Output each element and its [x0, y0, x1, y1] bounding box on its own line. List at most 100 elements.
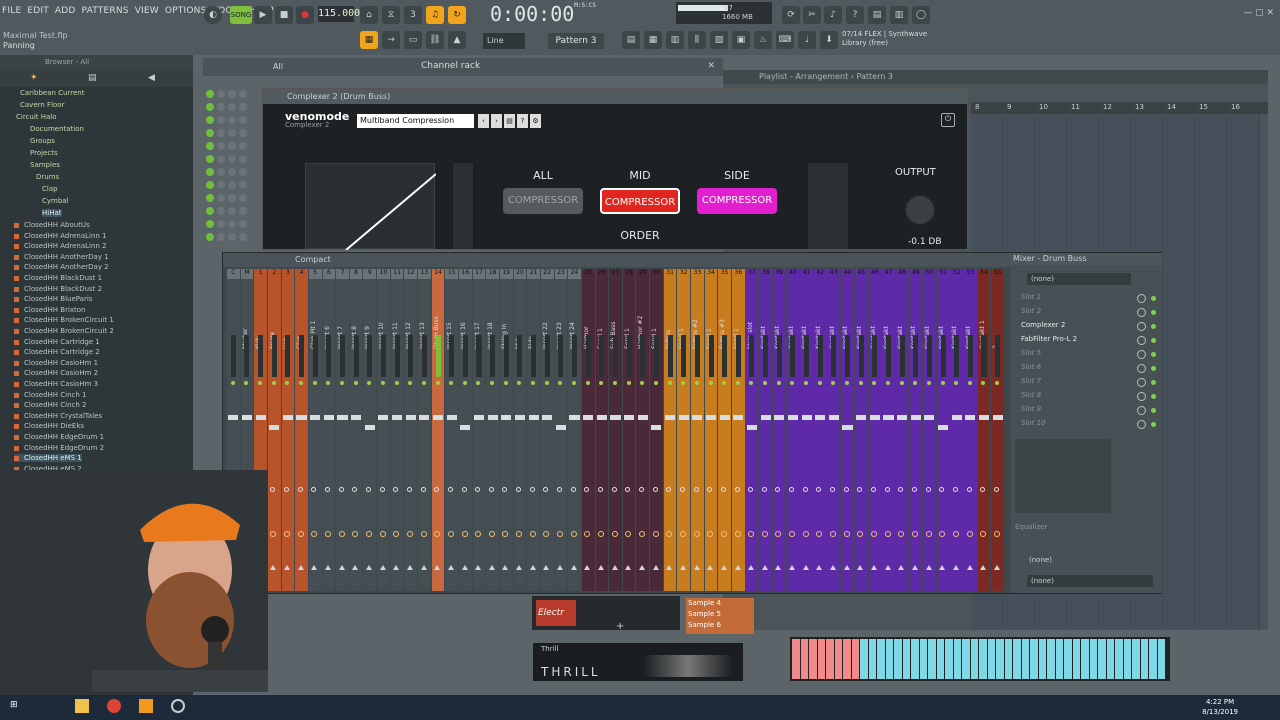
- piano-key[interactable]: [1106, 639, 1114, 679]
- track-enable-led[interactable]: [653, 381, 658, 385]
- volume-fader[interactable]: [473, 415, 485, 420]
- channel-led[interactable]: [206, 207, 214, 215]
- pan-knob[interactable]: [598, 487, 604, 492]
- piano-key[interactable]: [1055, 639, 1063, 679]
- send-knob[interactable]: [761, 531, 768, 537]
- channel-row[interactable]: [206, 116, 256, 125]
- piano-roll-icon[interactable]: ▦: [644, 31, 662, 49]
- fx-slot[interactable]: FabFilter Pro-L 2: [1021, 335, 1141, 343]
- mixer-track[interactable]: 41Kontakt: [800, 269, 813, 591]
- mixer-track[interactable]: 13Insert 13: [418, 269, 431, 591]
- route-arrow-icon[interactable]: [598, 565, 605, 570]
- route-arrow-icon[interactable]: [939, 565, 946, 570]
- volume-fader[interactable]: [282, 415, 293, 420]
- piano-key[interactable]: [936, 639, 944, 679]
- browser-sample[interactable]: ClosedHH BrokenCircuit 1: [14, 316, 114, 324]
- channel-led[interactable]: [239, 168, 247, 176]
- channel-led[interactable]: [239, 220, 247, 228]
- pan-knob[interactable]: [475, 487, 481, 492]
- piano-key[interactable]: [1157, 639, 1165, 679]
- channel-row[interactable]: [206, 90, 256, 99]
- track-enable-led[interactable]: [394, 381, 399, 385]
- playlist-icon[interactable]: ▤: [622, 31, 640, 49]
- system-clock[interactable]: 4:22 PM 8/13/2019: [1202, 697, 1238, 717]
- wait-icon[interactable]: ⧖: [382, 6, 400, 24]
- countdown-icon[interactable]: 3: [404, 6, 422, 24]
- send-knob[interactable]: [734, 531, 741, 537]
- prev-preset-icon[interactable]: ‹: [478, 114, 489, 128]
- volume-fader[interactable]: [351, 415, 362, 420]
- pan-knob[interactable]: [898, 487, 904, 492]
- pan-knob[interactable]: [557, 487, 563, 492]
- channel-led[interactable]: [206, 129, 214, 137]
- track-enable-led[interactable]: [612, 381, 617, 385]
- route-arrow-icon[interactable]: [966, 565, 973, 570]
- close-icon[interactable]: ✕: [707, 61, 715, 71]
- channel-led[interactable]: [239, 90, 247, 98]
- volume-fader[interactable]: [446, 415, 457, 420]
- mixer-track[interactable]: 30Send 1: [650, 269, 663, 591]
- track-enable-led[interactable]: [995, 381, 1000, 385]
- arrow-icon[interactable]: →: [382, 31, 400, 49]
- route-arrow-icon[interactable]: [830, 565, 837, 570]
- next-preset-icon[interactable]: ›: [491, 114, 502, 128]
- track-enable-led[interactable]: [763, 381, 768, 385]
- piano-key[interactable]: [945, 639, 953, 679]
- chat-icon[interactable]: ◯: [912, 6, 930, 24]
- track-enable-led[interactable]: [858, 381, 863, 385]
- route-arrow-icon[interactable]: [625, 565, 632, 570]
- sample-pack-banner[interactable]: Electr: [532, 596, 680, 630]
- pan-knob[interactable]: [488, 487, 494, 492]
- send-knob[interactable]: [325, 531, 332, 537]
- mixer-track[interactable]: 46Kontakt: [868, 269, 882, 591]
- track-enable-led[interactable]: [490, 381, 495, 385]
- browser-sample[interactable]: ClosedHH BrokenCircuit 2: [14, 327, 114, 335]
- channel-led[interactable]: [228, 116, 236, 124]
- track-enable-led[interactable]: [926, 381, 931, 385]
- slot-mix-knob[interactable]: [1137, 364, 1146, 373]
- channel-led[interactable]: [228, 129, 236, 137]
- track-enable-led[interactable]: [517, 381, 522, 385]
- send-knob[interactable]: [420, 531, 427, 537]
- route-arrow-icon[interactable]: [352, 565, 359, 570]
- mixer-track[interactable]: 39Kontakt: [772, 269, 786, 591]
- track-enable-led[interactable]: [913, 381, 918, 385]
- volume-fader[interactable]: [924, 415, 935, 420]
- volume-fader[interactable]: [542, 415, 553, 420]
- send-knob[interactable]: [284, 531, 291, 537]
- track-enable-led[interactable]: [694, 381, 699, 385]
- fl-studio-icon[interactable]: [139, 699, 153, 713]
- mixer-track[interactable]: 11Insert 11: [390, 269, 404, 591]
- piano-key[interactable]: [996, 639, 1004, 679]
- mixer-track[interactable]: 34Send 1: [704, 269, 718, 591]
- mixer-track[interactable]: 8Insert 8: [349, 269, 363, 591]
- send-knob[interactable]: [830, 531, 837, 537]
- track-enable-led[interactable]: [599, 381, 604, 385]
- browser-sample[interactable]: ClosedHH EdgeDrum 2: [14, 444, 104, 452]
- route-arrow-icon[interactable]: [475, 565, 482, 570]
- slot-enable-led[interactable]: [1151, 324, 1156, 329]
- obs-icon[interactable]: [171, 699, 185, 713]
- browser-sample[interactable]: ClosedHH BlueParis: [14, 295, 92, 303]
- volume-fader[interactable]: [378, 415, 389, 420]
- piano-key[interactable]: [817, 639, 825, 679]
- channel-led[interactable]: [228, 220, 236, 228]
- channel-row[interactable]: [206, 155, 256, 164]
- route-arrow-icon[interactable]: [761, 565, 768, 570]
- send-knob[interactable]: [693, 531, 700, 537]
- piano-keyboard[interactable]: [790, 637, 1170, 681]
- send-knob[interactable]: [366, 531, 372, 537]
- channel-rack-icon[interactable]: ▥: [666, 31, 684, 49]
- pan-knob[interactable]: [993, 487, 999, 492]
- volume-fader[interactable]: [897, 415, 908, 420]
- route-arrow-icon[interactable]: [570, 565, 577, 570]
- send-knob[interactable]: [570, 531, 577, 537]
- send-knob[interactable]: [925, 531, 932, 537]
- browser-sample[interactable]: ClosedHH BlackDust 1: [14, 274, 102, 282]
- channel-led[interactable]: [228, 194, 236, 202]
- input-select[interactable]: (none): [1027, 273, 1131, 285]
- send-knob[interactable]: [625, 531, 632, 537]
- route-arrow-icon[interactable]: [980, 565, 987, 570]
- chrome-icon[interactable]: [107, 699, 121, 713]
- pan-knob[interactable]: [352, 487, 358, 492]
